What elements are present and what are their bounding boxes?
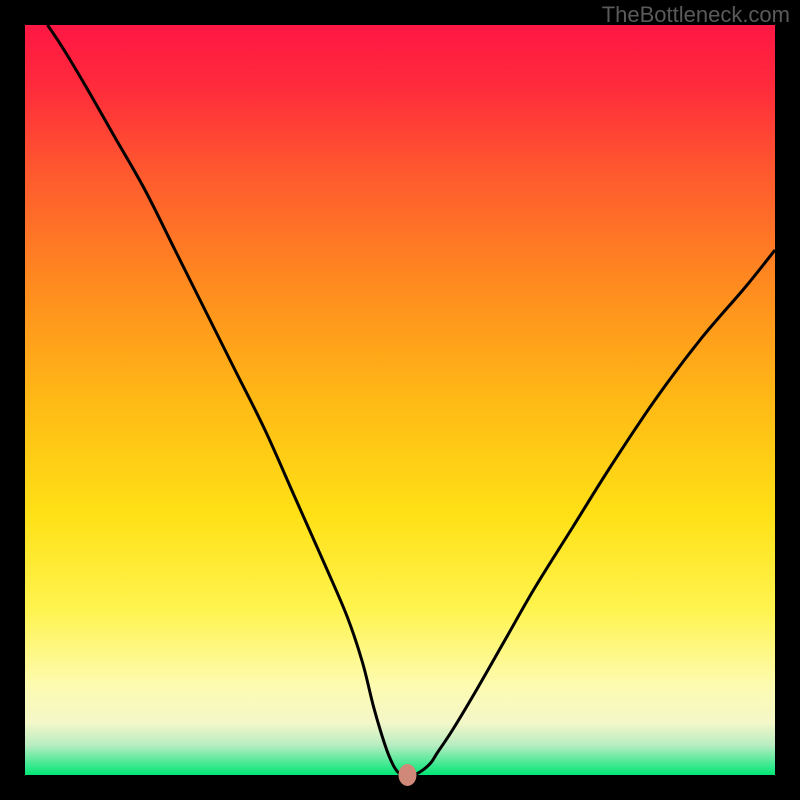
attribution-text: TheBottleneck.com bbox=[602, 2, 790, 28]
optimum-marker bbox=[399, 764, 417, 786]
bottleneck-chart: TheBottleneck.com bbox=[0, 0, 800, 800]
chart-svg bbox=[0, 0, 800, 800]
plot-background bbox=[25, 25, 775, 775]
